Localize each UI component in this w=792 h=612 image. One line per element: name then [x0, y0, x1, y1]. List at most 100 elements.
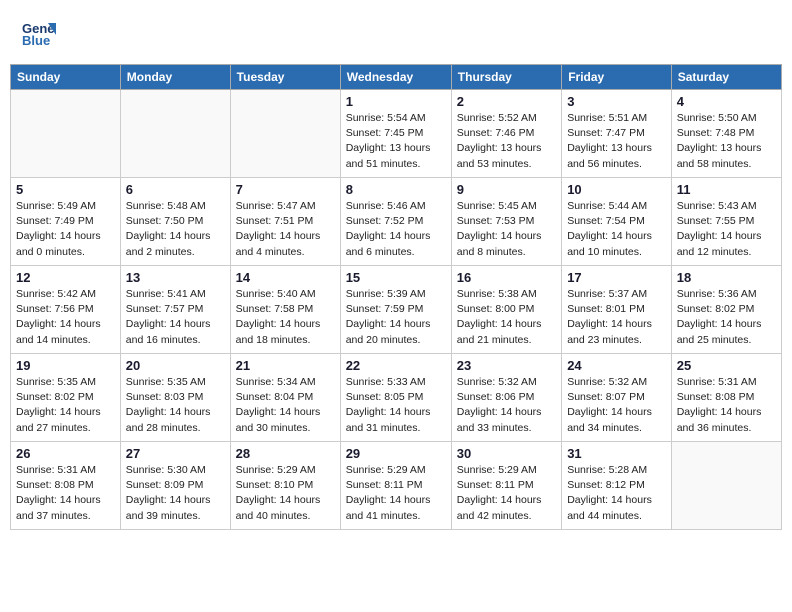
day-number: 4	[677, 94, 776, 109]
day-info: Sunrise: 5:51 AMSunset: 7:47 PMDaylight:…	[567, 111, 666, 172]
day-info: Sunrise: 5:54 AMSunset: 7:45 PMDaylight:…	[346, 111, 446, 172]
calendar-cell	[11, 90, 121, 178]
calendar-cell: 5Sunrise: 5:49 AMSunset: 7:49 PMDaylight…	[11, 178, 121, 266]
calendar-cell: 11 Sunrise: 5:43 AMSunset: 7:55 PMDayligh…	[671, 178, 781, 266]
day-info: Sunrise: 5:33 AMSunset: 8:05 PMDaylight:…	[346, 375, 446, 436]
day-number: 10	[567, 182, 666, 197]
calendar-cell: 9 Sunrise: 5:45 AMSunset: 7:53 PMDaylight…	[451, 178, 561, 266]
day-info: Sunrise: 5:28 AMSunset: 8:12 PMDaylight:…	[567, 463, 666, 524]
calendar-cell: 15Sunrise: 5:39 AMSunset: 7:59 PMDayligh…	[340, 266, 451, 354]
week-row-2: 5Sunrise: 5:49 AMSunset: 7:49 PMDaylight…	[11, 178, 782, 266]
calendar-cell: 14 Sunrise: 5:40 AMSunset: 7:58 PMDayligh…	[230, 266, 340, 354]
day-info: Sunrise: 5:32 AMSunset: 8:07 PMDaylight:…	[567, 375, 666, 436]
calendar-cell: 23 Sunrise: 5:32 AMSunset: 8:06 PMDayligh…	[451, 354, 561, 442]
day-info: Sunrise: 5:30 AMSunset: 8:09 PMDaylight:…	[126, 463, 225, 524]
day-number: 25	[677, 358, 776, 373]
day-number: 21	[236, 358, 335, 373]
col-header-friday: Friday	[562, 65, 672, 90]
day-number: 2	[457, 94, 556, 109]
day-number: 26	[16, 446, 115, 461]
calendar-cell: 20 Sunrise: 5:35 AMSunset: 8:03 PMDayligh…	[120, 354, 230, 442]
day-info: Sunrise: 5:46 AMSunset: 7:52 PMDaylight:…	[346, 199, 446, 260]
day-number: 16	[457, 270, 556, 285]
day-info: Sunrise: 5:42 AMSunset: 7:56 PMDaylight:…	[16, 287, 115, 348]
calendar-cell: 1 Sunrise: 5:54 AMSunset: 7:45 PMDaylight…	[340, 90, 451, 178]
day-info: Sunrise: 5:31 AMSunset: 8:08 PMDaylight:…	[677, 375, 776, 436]
calendar-cell: 27 Sunrise: 5:30 AMSunset: 8:09 PMDayligh…	[120, 442, 230, 530]
day-number: 1	[346, 94, 446, 109]
day-number: 19	[16, 358, 115, 373]
day-info: Sunrise: 5:32 AMSunset: 8:06 PMDaylight:…	[457, 375, 556, 436]
page-header: General Blue	[10, 10, 782, 56]
day-info: Sunrise: 5:40 AMSunset: 7:58 PMDaylight:…	[236, 287, 335, 348]
day-number: 3	[567, 94, 666, 109]
day-info: Sunrise: 5:29 AMSunset: 8:11 PMDaylight:…	[346, 463, 446, 524]
week-row-4: 19 Sunrise: 5:35 AMSunset: 8:02 PMDayligh…	[11, 354, 782, 442]
calendar-cell: 8 Sunrise: 5:46 AMSunset: 7:52 PMDaylight…	[340, 178, 451, 266]
calendar-cell: 30Sunrise: 5:29 AMSunset: 8:11 PMDayligh…	[451, 442, 561, 530]
day-info: Sunrise: 5:29 AMSunset: 8:10 PMDaylight:…	[236, 463, 335, 524]
svg-text:Blue: Blue	[22, 33, 50, 48]
week-row-5: 26 Sunrise: 5:31 AMSunset: 8:08 PMDayligh…	[11, 442, 782, 530]
day-info: Sunrise: 5:31 AMSunset: 8:08 PMDaylight:…	[16, 463, 115, 524]
day-info: Sunrise: 5:50 AMSunset: 7:48 PMDaylight:…	[677, 111, 776, 172]
calendar-table: SundayMondayTuesdayWednesdayThursdayFrid…	[10, 64, 782, 530]
calendar-cell: 12 Sunrise: 5:42 AMSunset: 7:56 PMDayligh…	[11, 266, 121, 354]
day-number: 29	[346, 446, 446, 461]
col-header-wednesday: Wednesday	[340, 65, 451, 90]
day-number: 9	[457, 182, 556, 197]
day-number: 14	[236, 270, 335, 285]
col-header-saturday: Saturday	[671, 65, 781, 90]
day-info: Sunrise: 5:41 AMSunset: 7:57 PMDaylight:…	[126, 287, 225, 348]
calendar-cell: 13 Sunrise: 5:41 AMSunset: 7:57 PMDayligh…	[120, 266, 230, 354]
day-number: 6	[126, 182, 225, 197]
week-row-3: 12 Sunrise: 5:42 AMSunset: 7:56 PMDayligh…	[11, 266, 782, 354]
day-number: 11	[677, 182, 776, 197]
day-number: 28	[236, 446, 335, 461]
day-number: 7	[236, 182, 335, 197]
day-info: Sunrise: 5:36 AMSunset: 8:02 PMDaylight:…	[677, 287, 776, 348]
calendar-cell: 3 Sunrise: 5:51 AMSunset: 7:47 PMDaylight…	[562, 90, 672, 178]
col-header-monday: Monday	[120, 65, 230, 90]
day-info: Sunrise: 5:44 AMSunset: 7:54 PMDaylight:…	[567, 199, 666, 260]
day-number: 23	[457, 358, 556, 373]
calendar-cell	[230, 90, 340, 178]
calendar-cell: 4 Sunrise: 5:50 AMSunset: 7:48 PMDaylight…	[671, 90, 781, 178]
week-row-1: 1 Sunrise: 5:54 AMSunset: 7:45 PMDaylight…	[11, 90, 782, 178]
day-number: 27	[126, 446, 225, 461]
day-number: 31	[567, 446, 666, 461]
calendar-cell: 19 Sunrise: 5:35 AMSunset: 8:02 PMDayligh…	[11, 354, 121, 442]
day-info: Sunrise: 5:52 AMSunset: 7:46 PMDaylight:…	[457, 111, 556, 172]
day-number: 13	[126, 270, 225, 285]
calendar-cell: 22Sunrise: 5:33 AMSunset: 8:05 PMDayligh…	[340, 354, 451, 442]
col-header-tuesday: Tuesday	[230, 65, 340, 90]
day-info: Sunrise: 5:34 AMSunset: 8:04 PMDaylight:…	[236, 375, 335, 436]
day-number: 8	[346, 182, 446, 197]
calendar-cell: 21 Sunrise: 5:34 AMSunset: 8:04 PMDayligh…	[230, 354, 340, 442]
logo: General Blue	[20, 15, 60, 51]
day-info: Sunrise: 5:38 AMSunset: 8:00 PMDaylight:…	[457, 287, 556, 348]
day-number: 12	[16, 270, 115, 285]
calendar-cell: 25 Sunrise: 5:31 AMSunset: 8:08 PMDayligh…	[671, 354, 781, 442]
day-number: 15	[346, 270, 446, 285]
calendar-cell: 17Sunrise: 5:37 AMSunset: 8:01 PMDayligh…	[562, 266, 672, 354]
col-header-thursday: Thursday	[451, 65, 561, 90]
day-info: Sunrise: 5:47 AMSunset: 7:51 PMDaylight:…	[236, 199, 335, 260]
day-info: Sunrise: 5:35 AMSunset: 8:03 PMDaylight:…	[126, 375, 225, 436]
calendar-cell: 18 Sunrise: 5:36 AMSunset: 8:02 PMDayligh…	[671, 266, 781, 354]
calendar-cell: 24Sunrise: 5:32 AMSunset: 8:07 PMDayligh…	[562, 354, 672, 442]
calendar-cell: 10 Sunrise: 5:44 AMSunset: 7:54 PMDayligh…	[562, 178, 672, 266]
day-info: Sunrise: 5:43 AMSunset: 7:55 PMDaylight:…	[677, 199, 776, 260]
day-number: 20	[126, 358, 225, 373]
calendar-cell: 6Sunrise: 5:48 AMSunset: 7:50 PMDaylight…	[120, 178, 230, 266]
calendar-header-row: SundayMondayTuesdayWednesdayThursdayFrid…	[11, 65, 782, 90]
calendar-cell: 2 Sunrise: 5:52 AMSunset: 7:46 PMDaylight…	[451, 90, 561, 178]
day-info: Sunrise: 5:35 AMSunset: 8:02 PMDaylight:…	[16, 375, 115, 436]
day-info: Sunrise: 5:29 AMSunset: 8:11 PMDaylight:…	[457, 463, 556, 524]
day-info: Sunrise: 5:37 AMSunset: 8:01 PMDaylight:…	[567, 287, 666, 348]
day-info: Sunrise: 5:49 AMSunset: 7:49 PMDaylight:…	[16, 199, 115, 260]
calendar-cell: 26 Sunrise: 5:31 AMSunset: 8:08 PMDayligh…	[11, 442, 121, 530]
day-number: 18	[677, 270, 776, 285]
day-info: Sunrise: 5:45 AMSunset: 7:53 PMDaylight:…	[457, 199, 556, 260]
calendar-cell: 29 Sunrise: 5:29 AMSunset: 8:11 PMDayligh…	[340, 442, 451, 530]
